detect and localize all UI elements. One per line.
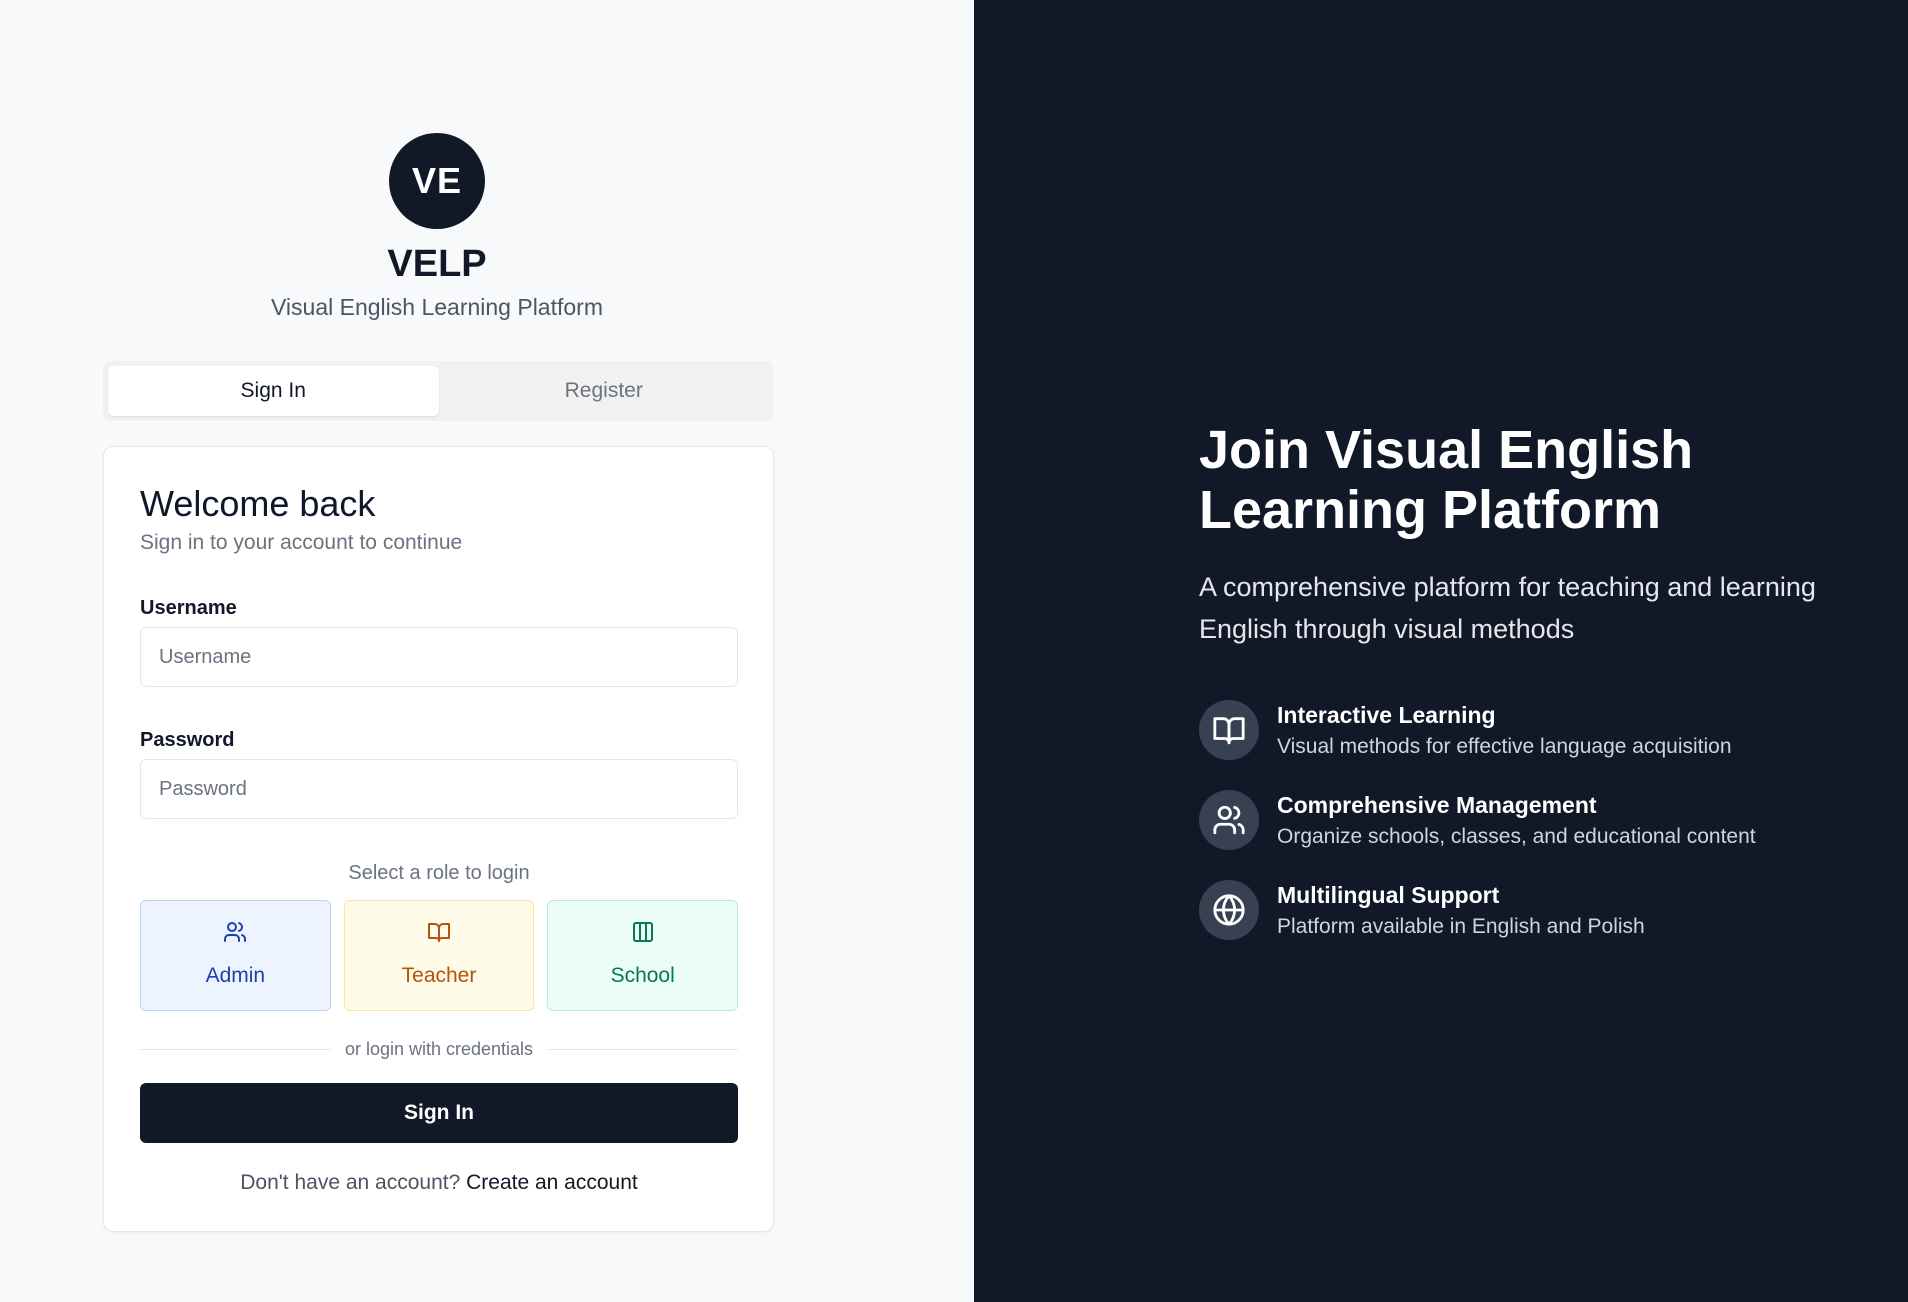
role-admin-label: Admin [205,964,266,987]
feature-text: Interactive Learning Visual methods for … [1277,702,1732,759]
password-label: Password [140,729,235,751]
feature-title: Multilingual Support [1277,882,1500,908]
login-card: Welcome back Sign in to your account to … [103,446,774,1232]
hero-title-line-2: Learning Platform [1199,480,1662,540]
feature-description: Organize schools, classes, and education… [1277,825,1756,848]
users-icon [224,922,247,942]
feature-list: Interactive Learning Visual methods for … [1199,700,1879,970]
brand-subtitle: Visual English Learning Platform [271,294,603,320]
tab-sign-in[interactable]: Sign In [108,366,439,416]
book-open-icon [1213,717,1245,745]
divider-line-right [547,1048,739,1050]
feature-title: Interactive Learning [1277,702,1496,728]
globe-icon [1213,894,1245,926]
feature-item: Multilingual Support Platform available … [1199,880,1879,970]
feature-title: Comprehensive Management [1277,792,1597,818]
feature-icon-wrap [1199,700,1259,760]
feature-icon-wrap [1199,880,1259,940]
role-school-button[interactable]: School [547,900,739,1011]
signup-prompt-text: Don't have an account? [240,1171,461,1194]
hero-title: Join Visual English Learning Platform [1199,420,1879,540]
logo: VE [389,133,485,229]
brand-header: VE VELP Visual English Learning Platform [0,133,874,321]
feature-icon-wrap [1199,790,1259,850]
hero-description: A comprehensive platform for teaching an… [1199,566,1879,650]
feature-text: Multilingual Support Platform available … [1277,882,1645,939]
tab-register[interactable]: Register [439,366,770,416]
hero-description-line-2: English through visual methods [1199,614,1575,644]
role-teacher-label: Teacher [401,964,477,987]
username-label: Username [140,597,237,619]
role-admin-button[interactable]: Admin [140,900,331,1011]
hero-title-line-1: Join Visual English [1199,420,1694,480]
feature-description: Visual methods for effective language ac… [1277,735,1732,758]
columns-icon [632,922,653,942]
role-school-label: School [610,964,675,987]
card-description: Sign in to your account to continue [140,531,463,554]
brand-name: VELP [387,243,487,285]
signup-prompt: Don't have an account? Create an account [140,1171,738,1195]
role-teacher-button[interactable]: Teacher [343,900,535,1011]
book-open-icon [428,923,450,942]
credentials-divider: or login with credentials [140,1037,739,1061]
users-icon [1213,805,1245,835]
hero: Join Visual English Learning Platform A … [1199,420,1879,650]
promo-panel: Join Visual English Learning Platform A … [974,0,1908,1302]
feature-description: Platform available in English and Polish [1277,915,1645,938]
auth-panel: VE VELP Visual English Learning Platform… [0,0,974,1302]
password-input[interactable] [140,759,738,819]
feature-item: Comprehensive Management Organize school… [1199,790,1879,880]
hero-description-line-1: A comprehensive platform for teaching an… [1199,572,1816,602]
role-caption: Select a role to login [348,862,530,884]
role-selector: Admin Teacher School [140,900,739,1011]
feature-item: Interactive Learning Visual methods for … [1199,700,1879,790]
create-account-link[interactable]: Create an account [466,1171,638,1194]
divider-text: or login with credentials [344,1038,534,1059]
username-input[interactable] [140,627,738,687]
auth-tabs: Sign In Register [103,361,774,421]
sign-in-button[interactable]: Sign In [140,1083,738,1143]
feature-text: Comprehensive Management Organize school… [1277,792,1756,849]
card-title: Welcome back [140,483,376,524]
divider-line-left [140,1048,331,1050]
